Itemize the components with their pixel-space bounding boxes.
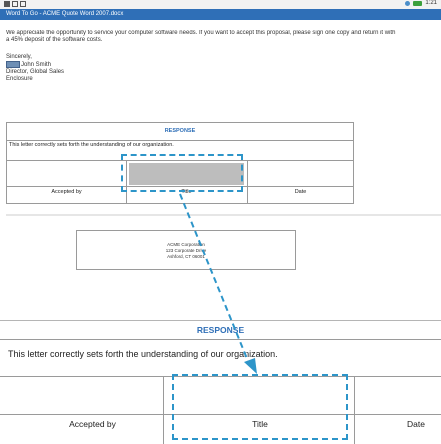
callout-arrow-head	[244, 358, 257, 374]
callout-arrow-line	[179, 193, 251, 367]
callout-arrow	[179, 193, 257, 374]
